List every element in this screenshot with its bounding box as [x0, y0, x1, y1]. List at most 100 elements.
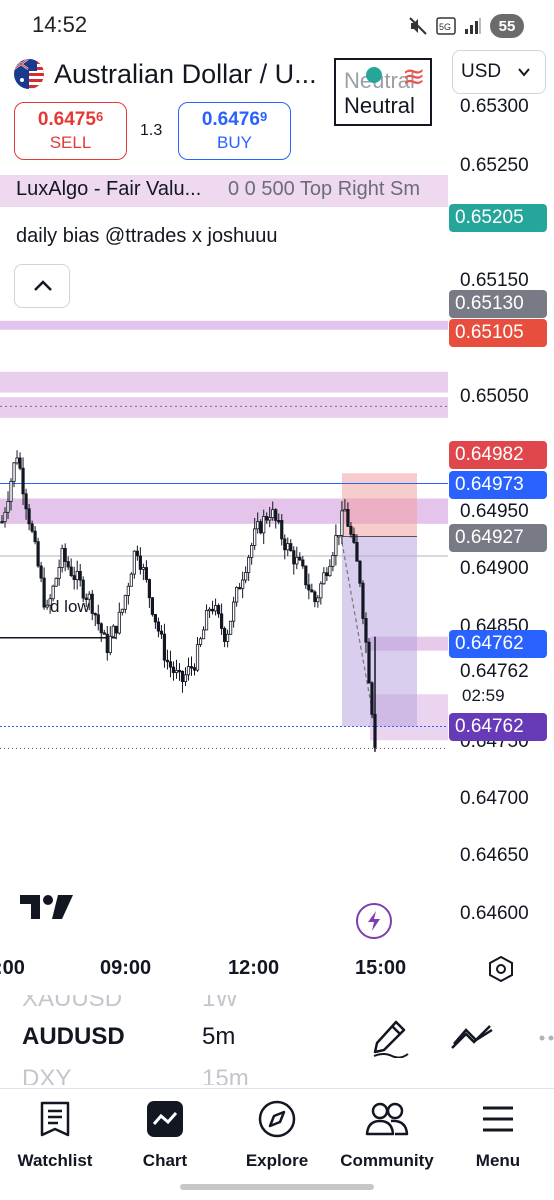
- candle-body: [274, 509, 278, 521]
- stop-loss-zone: [342, 473, 417, 537]
- candle-body: [244, 572, 248, 581]
- candle-body: [340, 510, 344, 536]
- candle-body: [138, 555, 142, 570]
- current-symbol[interactable]: AUDUSD: [22, 1023, 125, 1051]
- candle-body: [30, 523, 34, 532]
- more-dots-icon[interactable]: [538, 1030, 554, 1046]
- picker-symbol[interactable]: XAUUSD: [22, 995, 122, 1013]
- candle-body: [75, 570, 79, 581]
- candle-body: [219, 613, 224, 629]
- candle-body: [81, 579, 85, 599]
- price-tick: 0.64650: [460, 845, 529, 866]
- candle-body: [322, 572, 326, 585]
- price-badge: 0.64982: [449, 441, 547, 469]
- candle-body: [241, 579, 245, 589]
- candle-body: [367, 641, 371, 684]
- nav-label: Community: [340, 1151, 434, 1170]
- candle-body: [295, 556, 299, 565]
- picker-timeframe[interactable]: 1W: [202, 995, 238, 1013]
- candle-body: [259, 521, 263, 534]
- candle-body: [24, 493, 28, 510]
- candle-body: [33, 530, 37, 543]
- 5g-signal-icon: 5G: [436, 17, 456, 35]
- candle-body: [147, 579, 151, 599]
- candle-body: [198, 638, 203, 646]
- fvg-zone: [0, 371, 448, 393]
- indicator-name[interactable]: LuxAlgo - Fair Valu...: [16, 178, 201, 201]
- candle-body: [325, 572, 329, 577]
- buy-label: BUY: [217, 133, 252, 152]
- settings-hexagon-icon[interactable]: [487, 955, 515, 983]
- spread-value: 1.3: [140, 122, 163, 139]
- take-profit-zone: [342, 536, 417, 727]
- candle-body: [364, 618, 368, 643]
- picker-symbol[interactable]: DXY: [22, 1065, 71, 1085]
- nav-watchlist[interactable]: Watchlist: [0, 1097, 110, 1177]
- candle-body: [277, 520, 281, 523]
- collapse-legend-button[interactable]: [14, 264, 70, 308]
- signal-bars-icon: [465, 18, 481, 34]
- status-icons: 5G 55: [408, 14, 524, 38]
- sell-button[interactable]: 0.64756 SELL: [14, 102, 127, 160]
- battery-icon: 55: [490, 14, 524, 38]
- currency-select[interactable]: USD: [452, 50, 546, 94]
- candle-body: [265, 516, 269, 521]
- candle-body: [210, 608, 215, 612]
- candle-body: [349, 525, 353, 535]
- candle-body: [117, 611, 121, 634]
- candle-body: [144, 567, 148, 580]
- picker-row-above[interactable]: XAUUSD 1W: [0, 995, 554, 1025]
- candle-body: [105, 633, 109, 653]
- wave-icon: ≋: [402, 61, 426, 92]
- indicator-legend-daily-bias[interactable]: daily bias @ttrades x joshuuu: [16, 225, 278, 248]
- candle-body: [280, 520, 284, 540]
- buy-button[interactable]: 0.64769 BUY: [178, 102, 291, 160]
- candle-body: [0, 521, 4, 524]
- nav-explore[interactable]: Explore: [222, 1097, 332, 1177]
- candle-body: [355, 542, 359, 562]
- indicator-legend-luxalgo[interactable]: LuxAlgo - Fair Valu... 0 0 500 Top Right…: [0, 175, 448, 207]
- nav-label: Menu: [475, 1151, 521, 1170]
- candle-body: [189, 666, 194, 669]
- candle-body: [283, 538, 287, 551]
- price-badge: 0.65105: [449, 319, 547, 347]
- picker-row-below[interactable]: DXY 15m: [0, 1065, 554, 1085]
- symbol-title[interactable]: Australian Dollar / U...: [54, 59, 317, 90]
- current-timeframe[interactable]: 5m: [202, 1023, 235, 1051]
- trend-lines-icon[interactable]: [450, 1022, 494, 1052]
- nav-menu[interactable]: Menu: [443, 1097, 553, 1177]
- candle-body: [337, 535, 341, 538]
- symbol-header[interactable]: Australian Dollar / U...: [14, 58, 317, 90]
- candle-body: [177, 669, 182, 673]
- price-badge: 0.64762: [449, 713, 547, 741]
- menu-icon: [483, 1106, 513, 1132]
- price-badge: 0.64762: [449, 630, 547, 658]
- compass-icon: [258, 1100, 296, 1138]
- candle-body: [286, 543, 290, 551]
- candle-body: [69, 566, 73, 576]
- bar-countdown: 02:59: [462, 686, 505, 705]
- status-bar: 14:52 5G 55: [0, 0, 554, 50]
- candle-body: [120, 608, 124, 613]
- candle-body: [289, 543, 293, 552]
- quick-trade-button[interactable]: [356, 903, 392, 939]
- nav-chart[interactable]: Chart: [110, 1097, 220, 1177]
- price-tick: 0.65250: [460, 155, 529, 176]
- pencil-icon[interactable]: [370, 1018, 410, 1058]
- candle-body: [253, 528, 257, 546]
- candle-body: [93, 613, 97, 616]
- candle-body: [9, 480, 13, 502]
- candle-body: [102, 632, 106, 635]
- candle-body: [12, 462, 16, 482]
- picker-timeframe[interactable]: 15m: [202, 1065, 249, 1085]
- watchlist-icon: [40, 1101, 70, 1137]
- candle-body: [307, 584, 311, 591]
- candle-body: [343, 509, 347, 512]
- candle-body: [292, 550, 296, 565]
- candle-body: [301, 559, 305, 567]
- candle-body: [99, 623, 103, 634]
- candle-body: [45, 604, 49, 608]
- candle-body: [195, 644, 200, 671]
- candle-body: [346, 509, 350, 527]
- nav-community[interactable]: Community: [332, 1097, 442, 1177]
